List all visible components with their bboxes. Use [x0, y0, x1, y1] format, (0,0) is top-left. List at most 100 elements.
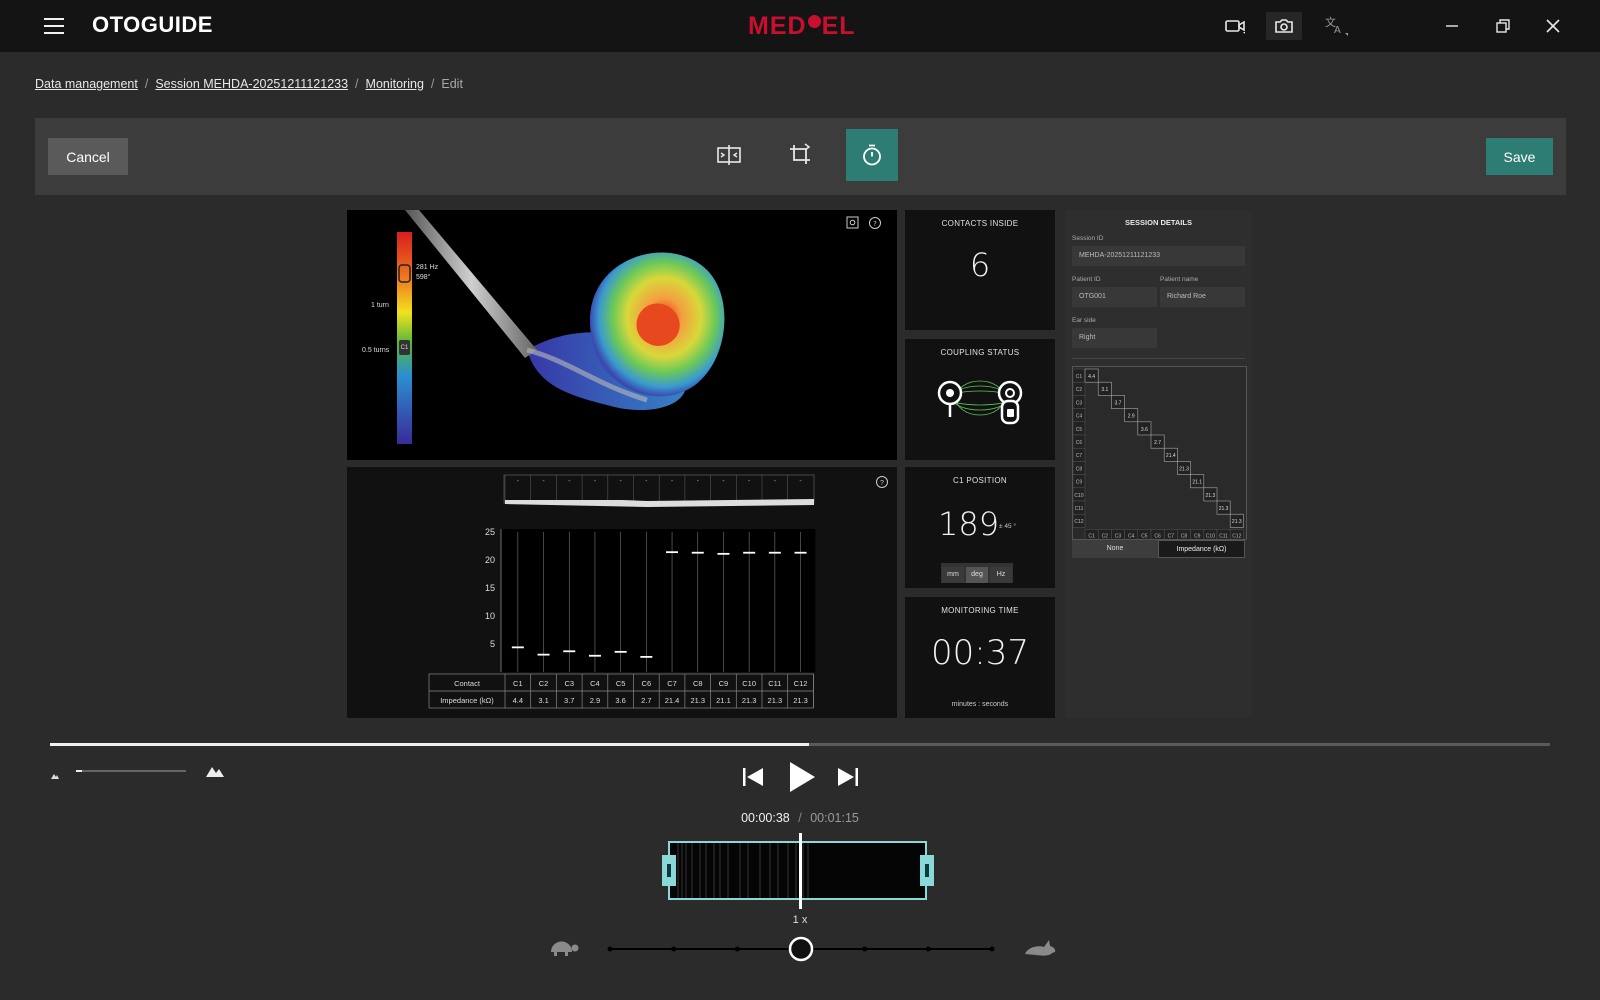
- contact-strip: ------------: [503, 474, 815, 507]
- impedance-chart-panel: - - - - - - - - - - - - 5 10 15 20 25 Contact Impedance (k…: [347, 467, 897, 718]
- video-record-icon[interactable]: [1217, 12, 1253, 40]
- matrix-value: 21.4: [1166, 453, 1176, 459]
- speed-step[interactable]: [734, 946, 740, 952]
- speed-step[interactable]: [862, 946, 868, 952]
- impedance-value-label: 21.4: [665, 696, 680, 705]
- play-icon[interactable]: [787, 760, 817, 799]
- matrix-value: 3.6: [1141, 427, 1148, 433]
- contact-label: C9: [719, 679, 729, 688]
- matrix-col-label: C7: [1168, 533, 1175, 539]
- table-header-contact: Contact: [454, 679, 481, 688]
- contact-label: C8: [693, 679, 703, 688]
- skip-back-icon[interactable]: [741, 766, 765, 793]
- strip-label: -: [774, 478, 777, 485]
- save-button[interactable]: Save: [1486, 138, 1553, 175]
- impedance-value-label: 3.1: [538, 696, 548, 705]
- timer-icon[interactable]: [846, 129, 898, 181]
- speed-step[interactable]: [925, 946, 931, 952]
- restore-icon[interactable]: [1485, 12, 1521, 40]
- contacts-inside-card: CONTACTS INSIDE 6: [905, 210, 1055, 330]
- strip-label: -: [568, 478, 571, 485]
- impedance-value-label: 21.3: [768, 696, 783, 705]
- svg-text:A: A: [1334, 25, 1341, 36]
- y-tick-label: 10: [485, 611, 495, 621]
- matrix-row-label: C6: [1076, 440, 1083, 446]
- svg-text:?: ?: [880, 480, 884, 487]
- plot-area: [501, 529, 816, 672]
- trim-start-handle[interactable]: [662, 855, 676, 886]
- angle-label: 598°: [416, 274, 431, 281]
- matrix-col-label: C4: [1128, 533, 1135, 539]
- title-bar: OTOGUIDE MED EL 文A: [0, 0, 1600, 52]
- contact-label: C10: [742, 679, 756, 688]
- strip-label: -: [748, 478, 751, 485]
- split-view-icon[interactable]: [703, 129, 755, 181]
- playback-progress-bar[interactable]: [50, 743, 1550, 746]
- unit-deg-button[interactable]: deg: [966, 567, 988, 583]
- speed-slider[interactable]: [600, 934, 1000, 964]
- cochlea-3d-viewer[interactable]: ? 281 Hz 598° 1 turn 0.5 turns C1: [347, 210, 897, 460]
- matrix-row-label: C8: [1076, 466, 1083, 472]
- frequency-label: 281 Hz: [416, 264, 439, 271]
- camera-icon[interactable]: [1266, 12, 1302, 40]
- impedance-value-label: 21.3: [742, 696, 757, 705]
- matrix-value: 4.4: [1088, 374, 1095, 380]
- trim-end-handle[interactable]: [920, 855, 934, 886]
- impedance-chart: - - - - - - - - - - - - 5 10 15 20 25 Contact Impedance (k…: [428, 474, 888, 709]
- contact-label: C11: [768, 679, 781, 688]
- speed-step[interactable]: [607, 946, 613, 952]
- matrix-row-label: C4: [1076, 414, 1083, 420]
- contact-label: C4: [590, 679, 600, 688]
- timeline-thumbnail[interactable]: [668, 841, 927, 900]
- contact-label: C3: [564, 679, 574, 688]
- overlay-impedance-button[interactable]: Impedance (kΩ): [1158, 540, 1245, 558]
- contact-label: C12: [794, 679, 808, 688]
- brightness-large-icon: [205, 764, 225, 783]
- turn-05-label: 0.5 turns: [362, 347, 390, 354]
- impedance-table: Contact Impedance (kΩ) C1 4.4 C2 3.1 C3 3.7 C4 2.…: [428, 673, 814, 709]
- crop-rotate-icon[interactable]: [775, 129, 827, 181]
- c1-position-value: 189: [938, 505, 1000, 543]
- slow-speed-icon[interactable]: [546, 937, 580, 964]
- impedance-matrix: C1 C1 4.4 C2 C2 3.1 C3 C3 3.7 C4 C4 2.9 C5 C5 3.6 C6 C6 2…: [1072, 366, 1247, 541]
- brightness-small-icon: [50, 767, 60, 785]
- skip-forward-icon[interactable]: [836, 766, 860, 793]
- speed-step[interactable]: [989, 946, 995, 952]
- svg-text:?: ?: [873, 220, 877, 228]
- matrix-col-label: C2: [1102, 533, 1109, 539]
- close-icon[interactable]: [1535, 12, 1571, 40]
- minimize-icon[interactable]: [1434, 12, 1470, 40]
- matrix-value: 3.7: [1115, 400, 1122, 406]
- patient-name-field: Richard Roe: [1160, 287, 1245, 307]
- speed-knob[interactable]: [788, 936, 814, 962]
- matrix-col-label: C12: [1232, 533, 1241, 539]
- impedance-value-label: 21.3: [690, 696, 705, 705]
- matrix-col-label: C8: [1181, 533, 1188, 539]
- breadcrumb-current: Edit: [441, 77, 463, 91]
- speed-step[interactable]: [671, 946, 677, 952]
- hamburger-icon[interactable]: [44, 18, 64, 34]
- translate-icon[interactable]: 文A: [1318, 12, 1354, 40]
- breadcrumb-monitoring[interactable]: Monitoring: [366, 77, 424, 91]
- y-tick-label: 20: [485, 555, 495, 565]
- cancel-button[interactable]: Cancel: [48, 138, 128, 175]
- edit-toolbar: Cancel Save: [35, 118, 1566, 195]
- matrix-value: 3.1: [1101, 387, 1108, 393]
- session-details-title: SESSION DETAILS: [1125, 218, 1192, 227]
- chart-help-icon[interactable]: ?: [876, 476, 888, 488]
- matrix-row-label: C7: [1076, 453, 1083, 459]
- playhead[interactable]: [799, 833, 802, 909]
- unit-mm-button[interactable]: mm: [942, 567, 964, 583]
- breadcrumb-data-management[interactable]: Data management: [35, 77, 138, 91]
- contact-label: C6: [642, 679, 652, 688]
- brightness-slider[interactable]: [76, 770, 186, 772]
- strip-label: -: [645, 478, 648, 485]
- fast-speed-icon[interactable]: [1022, 937, 1058, 964]
- c1-marker: C1: [400, 345, 409, 351]
- strip-label: -: [517, 478, 520, 485]
- unit-hz-button[interactable]: Hz: [990, 567, 1012, 583]
- overlay-none-button[interactable]: None: [1072, 540, 1158, 558]
- matrix-row-label: C2: [1076, 387, 1083, 393]
- breadcrumb-session[interactable]: Session MEHDA-20251211121233: [155, 77, 348, 91]
- session-id-label: Session ID: [1072, 235, 1104, 242]
